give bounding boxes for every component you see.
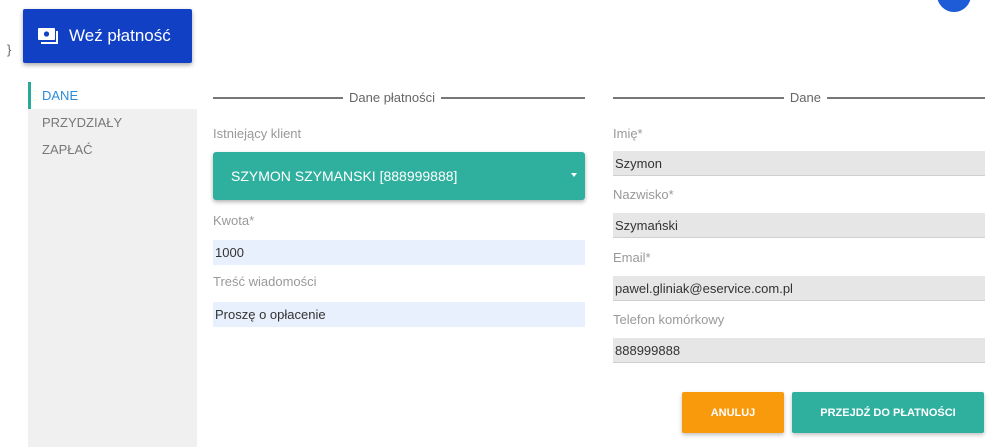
phone-field[interactable]: 888999888 [613, 338, 985, 363]
payment-card-icon [38, 27, 60, 45]
amount-label: Kwota* [213, 213, 255, 228]
sidebar: DANE PRZYDZIAŁY ZAPŁAĆ [28, 82, 197, 447]
sidebar-item-zaplac[interactable]: ZAPŁAĆ [28, 136, 197, 163]
existing-client-select[interactable]: SZYMON SZYMANSKI [888999888] [213, 152, 585, 200]
legend-line [613, 96, 784, 99]
existing-client-value: SZYMON SZYMANSKI [888999888] [231, 168, 458, 184]
existing-client-label: Istniejący klient [213, 126, 302, 141]
take-payment-button[interactable]: Weź płatność [23, 9, 192, 63]
data-section-legend: Dane [613, 90, 985, 105]
first-name-label: Imię* [613, 126, 643, 141]
legend-line [827, 96, 985, 99]
first-name-field[interactable]: Szymon [613, 151, 985, 176]
chevron-down-icon [571, 173, 577, 177]
cancel-button[interactable]: ANULUJ [682, 392, 784, 433]
phone-label: Telefon komórkowy [613, 312, 725, 327]
message-label: Treść wiadomości [213, 274, 317, 289]
last-name-label: Nazwisko* [613, 187, 674, 202]
sidebar-item-przydzialy[interactable]: PRZYDZIAŁY [28, 109, 197, 136]
sidebar-item-dane[interactable]: DANE [28, 82, 197, 109]
last-name-field[interactable]: Szymański [613, 213, 985, 238]
stray-brace-text: } [7, 42, 12, 57]
payment-section-legend: Dane płatności [213, 90, 585, 105]
payment-section-title: Dane płatności [349, 90, 435, 105]
data-section-title: Dane [789, 90, 821, 105]
email-field[interactable]: pawel.gliniak@eservice.com.pl [613, 276, 985, 301]
amount-input[interactable]: 1000 [213, 240, 585, 265]
email-label: Email* [613, 250, 651, 265]
proceed-to-payment-button[interactable]: PRZEJDŹ DO PŁATNOŚCI [792, 392, 984, 433]
legend-line [441, 96, 585, 99]
user-avatar[interactable] [937, 0, 971, 12]
take-payment-label: Weź płatność [69, 26, 171, 45]
legend-line [213, 96, 343, 99]
message-input[interactable]: Proszę o opłacenie [213, 302, 585, 327]
